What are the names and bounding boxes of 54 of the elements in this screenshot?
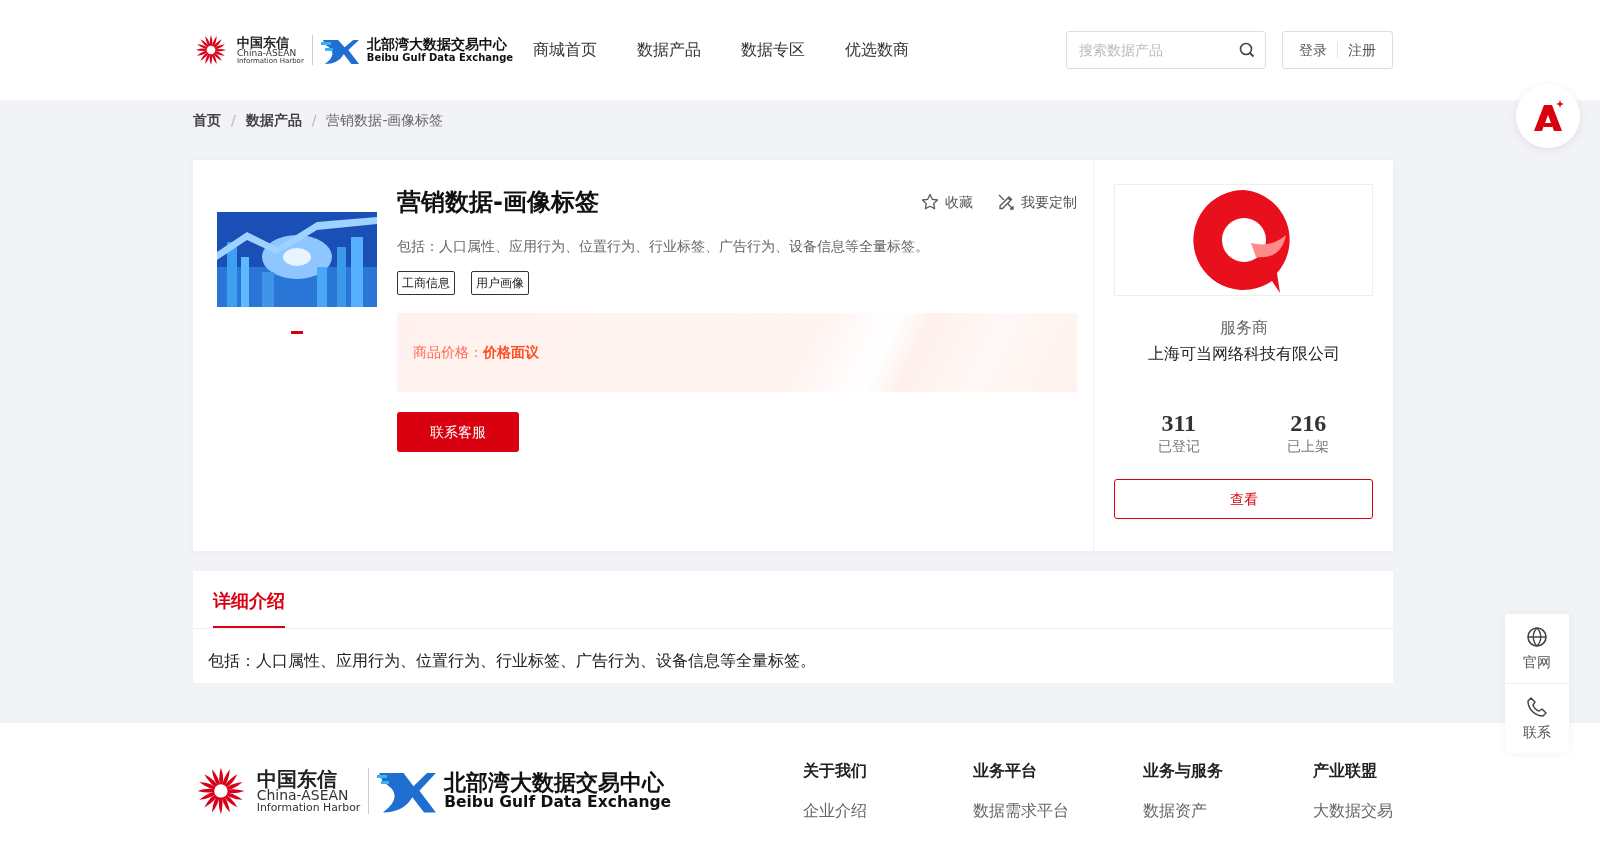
stat-label: 已登记 [1157,437,1200,457]
breadcrumb-current: 营销数据-画像标签 [326,110,444,130]
brand-name: 中国东信 [237,35,289,49]
brand-subtitle: China-ASEAN [237,48,298,58]
provider-role: 服务商 [1218,317,1269,339]
product-title: 营销数据-画像标签 [397,187,599,218]
side-tool-button[interactable]: 联系 [1505,683,1569,753]
side-tool-button[interactable]: 官网 [1505,614,1569,683]
star-icon [921,193,939,211]
breadcrumb-link[interactable]: 数据产品 [245,109,302,131]
phone-icon [1526,696,1548,718]
search-icon [1239,42,1255,58]
brand-name: 中国东信 [256,768,337,789]
globe-icon [1526,626,1548,648]
view-button[interactable]: 查看 [1114,479,1373,520]
product-tag: 用户画像 [471,271,529,295]
footer-heading: 产业联盟 [1313,760,1378,782]
nav-link[interactable]: 优选数商 [825,38,930,62]
breadcrumb-link[interactable]: 首页 [193,109,221,131]
detail-text: 包括：人口属性、应用行为、位置行为、行业标签、广告行为、设备信息等全量标签。 [207,650,817,672]
footer-link[interactable]: 数据资产 [1143,799,1313,823]
footer-link[interactable]: 企业介绍 [803,799,973,823]
brand-subtitle: Information Harbor [256,802,361,814]
pencil-ruler-icon [997,193,1015,211]
favorite-button[interactable]: 收藏 [921,191,973,213]
stat-value: 311 [1160,410,1198,437]
footer-heading: 业务平台 [973,760,1038,782]
price-value: 价格面议 [483,343,539,362]
contact-service-button[interactable]: 联系客服 [397,412,519,452]
nav-link[interactable]: 数据产品 [617,38,722,62]
brand-subtitle: Beibu Gulf Data Exchange [366,52,514,64]
brand-subtitle: Beibu Gulf Data Exchange [444,794,672,812]
breadcrumb-separator: / [231,110,236,130]
footer-link[interactable]: 数据需求平台 [973,799,1143,823]
nav-link[interactable]: 商城首页 [513,38,618,62]
footer-heading: 关于我们 [803,760,868,782]
tab[interactable]: 详细介绍 [213,571,285,628]
brand-name: 北部湾大数据交易中心 [444,770,666,795]
nav-link[interactable]: 数据专区 [721,38,826,62]
search-box[interactable]: 搜索数据产品 [1066,31,1266,69]
footer-heading: 业务与服务 [1143,760,1224,782]
customize-button[interactable]: 我要定制 [997,191,1077,213]
register-button[interactable]: 注册 [1338,39,1386,61]
price-label: 商品价格： [413,343,483,362]
brand-subtitle: China-ASEAN [256,788,350,803]
stat-label: 已上架 [1287,437,1330,457]
brand-name: 北部湾大数据交易中心 [366,36,508,53]
product-description: 包括：人口属性、应用行为、位置行为、行业标签、广告行为、设备信息等全量标签。 [397,237,930,256]
breadcrumb-separator: / [311,110,317,130]
login-button[interactable]: 登录 [1289,39,1337,61]
stat-value: 216 [1289,410,1328,437]
product-tag: 工商信息 [397,271,455,295]
footer-link[interactable]: 大数据交易 [1313,799,1483,823]
provider-name: 上海可当网络科技有限公司 [1146,343,1341,365]
